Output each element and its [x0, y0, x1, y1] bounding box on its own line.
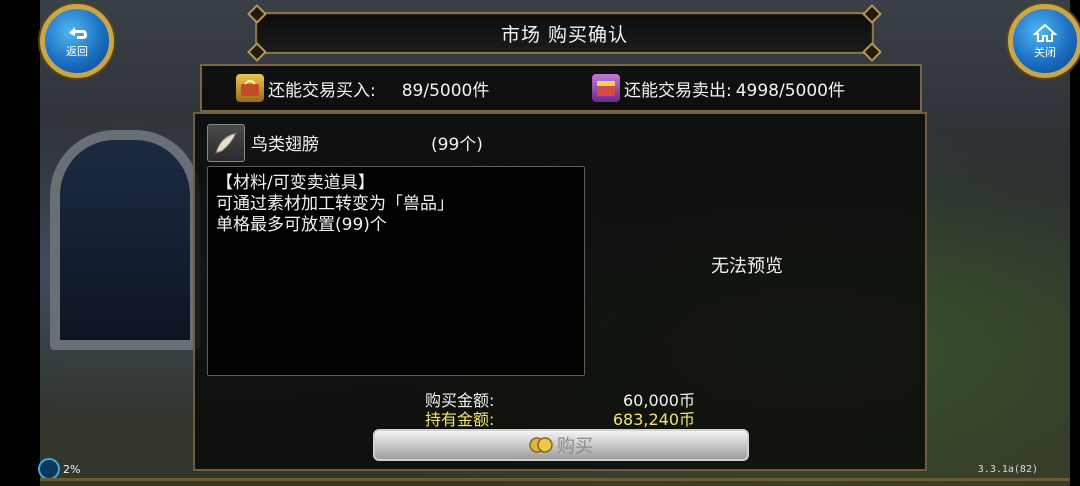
item-description: 【材料/可变卖道具】 可通过素材加工转变为「兽品」 单格最多可放置(99)个 — [207, 166, 585, 376]
sell-limit: 还能交易卖出: 4998/5000件 — [592, 74, 845, 102]
close-button[interactable]: 关闭 — [1008, 4, 1080, 78]
right-letterbox — [1070, 0, 1080, 486]
frame-corner — [247, 42, 267, 62]
sell-stall-icon — [592, 74, 620, 102]
preview-unavailable-text: 无法预览 — [711, 256, 783, 277]
back-arrow-icon — [69, 26, 87, 39]
buy-button-label: 购买 — [557, 436, 593, 457]
background-arched-window — [50, 130, 200, 350]
battery-percent: 2% — [63, 462, 81, 476]
window-title-bar: 市场 购买确认 — [247, 4, 882, 62]
close-label: 关闭 — [1034, 45, 1056, 59]
frame-corner — [862, 4, 882, 24]
window-title: 市场 购买确认 — [500, 23, 629, 46]
bird-wing-icon — [207, 124, 245, 162]
owned-amount-row: 持有金额: 683,240币 — [425, 406, 695, 430]
frame-corner — [862, 42, 882, 62]
bottom-divider — [40, 478, 1070, 481]
sell-limit-value: 4998/5000件 — [735, 80, 845, 101]
buy-limit-value: 89/5000件 — [401, 80, 490, 101]
status-indicator: 2% — [38, 458, 80, 480]
item-quantity: (99个) — [431, 135, 483, 155]
back-label: 返回 — [66, 44, 88, 58]
description-line: 可通过素材加工转变为「兽品」 — [216, 194, 454, 214]
frame-corner — [247, 4, 267, 24]
network-icon — [38, 458, 60, 480]
coins-icon — [529, 437, 553, 453]
buy-limit-label: 还能交易买入: — [268, 80, 376, 101]
item-name: 鸟类翅膀 — [251, 135, 319, 155]
buy-limit: 还能交易买入: 89/5000件 — [236, 74, 489, 102]
trade-limit-bar: 还能交易买入: 89/5000件 还能交易卖出: 4998/5000件 — [200, 64, 922, 112]
buy-basket-icon — [236, 74, 264, 102]
sell-limit-label: 还能交易卖出: — [624, 80, 732, 101]
purchase-dialog: 鸟类翅膀 (99个) 【材料/可变卖道具】 可通过素材加工转变为「兽品」 单格最… — [193, 112, 927, 471]
owned-amount-label: 持有金额: — [425, 410, 495, 429]
buy-button[interactable]: 购买 — [373, 429, 749, 461]
description-line: 单格最多可放置(99)个 — [216, 215, 387, 235]
owned-amount-value: 683,240币 — [612, 410, 695, 429]
description-line: 【材料/可变卖道具】 — [216, 173, 375, 193]
home-icon — [1033, 23, 1057, 42]
version-label: 3.3.1a(82) — [977, 464, 1038, 475]
back-button[interactable]: 返回 — [40, 4, 114, 78]
left-letterbox — [0, 0, 40, 486]
